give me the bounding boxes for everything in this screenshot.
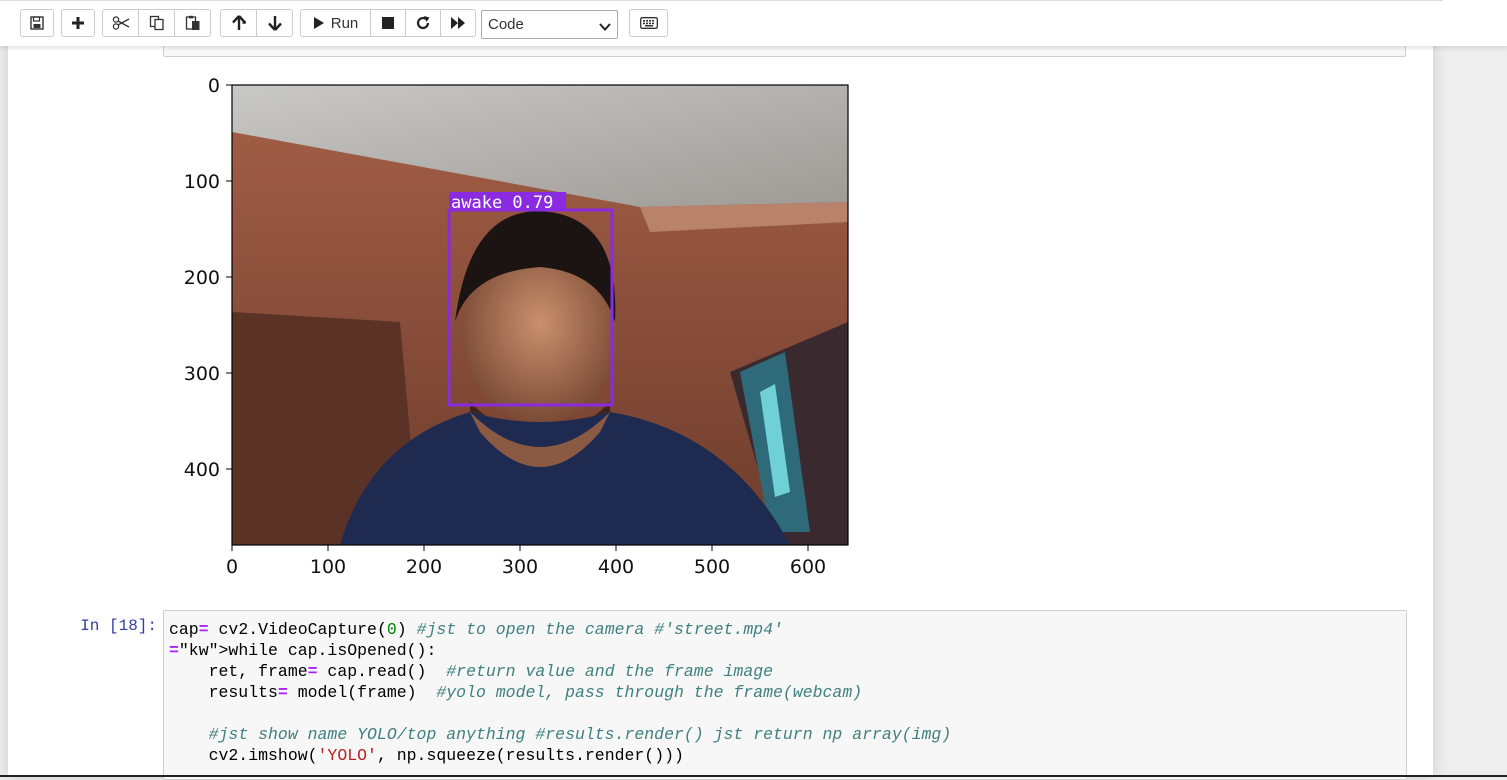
y-axis: 0 100 200 300 400 <box>184 75 232 481</box>
code-line: cv2.imshow('YOLO', np.squeeze(results.re… <box>169 746 684 765</box>
run-button[interactable]: Run <box>300 9 371 37</box>
arrow-down-icon <box>267 15 282 31</box>
x-tick-label: 500 <box>694 556 730 578</box>
code-line: cap= cv2.VideoCapture(0) #jst to open th… <box>169 620 783 639</box>
x-tick-label: 300 <box>502 556 538 578</box>
move-up-button[interactable] <box>220 9 257 37</box>
x-tick-label: 0 <box>226 556 238 578</box>
copy-button[interactable] <box>138 9 175 37</box>
save-button[interactable] <box>20 9 54 37</box>
paste-icon <box>185 15 201 31</box>
cell-type-value: Code <box>488 16 524 33</box>
run-button-label: Run <box>330 14 359 32</box>
copy-icon <box>149 15 165 31</box>
command-palette-button[interactable] <box>629 9 668 37</box>
save-icon <box>30 16 44 30</box>
y-tick-label: 0 <box>208 75 220 97</box>
y-tick-label: 100 <box>184 171 220 193</box>
cut-icon <box>112 16 130 30</box>
x-axis: 0 100 200 300 400 500 600 <box>226 545 826 578</box>
x-tick-label: 400 <box>598 556 634 578</box>
stop-icon <box>382 17 394 29</box>
output-figure: awake 0.79 0 100 200 300 400 0 100 200 3… <box>184 75 849 578</box>
code-line: ret, frame= cap.read() #return value and… <box>169 662 774 681</box>
restart-run-all-button[interactable] <box>440 9 476 37</box>
insert-cell-button[interactable] <box>61 9 95 37</box>
interrupt-button[interactable] <box>370 9 406 37</box>
webcam-image <box>232 85 848 545</box>
keyboard-icon <box>639 17 658 29</box>
detection-label: awake 0.79 <box>451 193 553 213</box>
chevron-down-icon <box>599 19 611 36</box>
plus-icon <box>71 16 85 30</box>
code-cell-editor[interactable]: cap= cv2.VideoCapture(0) #jst to open th… <box>163 610 1407 780</box>
code-line: #jst show name YOLO/top anything #result… <box>208 725 952 744</box>
cell-prompt: In [18]: <box>80 617 157 635</box>
arrow-up-icon <box>231 15 246 31</box>
move-down-button[interactable] <box>256 9 293 37</box>
cut-button[interactable] <box>102 9 139 37</box>
play-icon <box>313 16 325 30</box>
restart-icon <box>415 15 431 31</box>
y-tick-label: 300 <box>184 363 220 385</box>
toolbar-divider <box>0 0 1443 1</box>
cell-type-select[interactable]: Code <box>481 10 618 39</box>
y-tick-label: 400 <box>184 459 220 481</box>
x-tick-label: 100 <box>310 556 346 578</box>
notebook-toolbar: Run Code <box>0 0 1507 46</box>
restart-kernel-button[interactable] <box>405 9 441 37</box>
y-tick-label: 200 <box>184 267 220 289</box>
x-tick-label: 200 <box>406 556 442 578</box>
fast-forward-icon <box>450 16 466 30</box>
paste-button[interactable] <box>174 9 211 37</box>
code-line: ="kw">while cap.isOpened(): <box>169 641 437 660</box>
code-line: results= model(frame) #yolo model, pass … <box>169 683 863 702</box>
x-tick-label: 600 <box>790 556 826 578</box>
